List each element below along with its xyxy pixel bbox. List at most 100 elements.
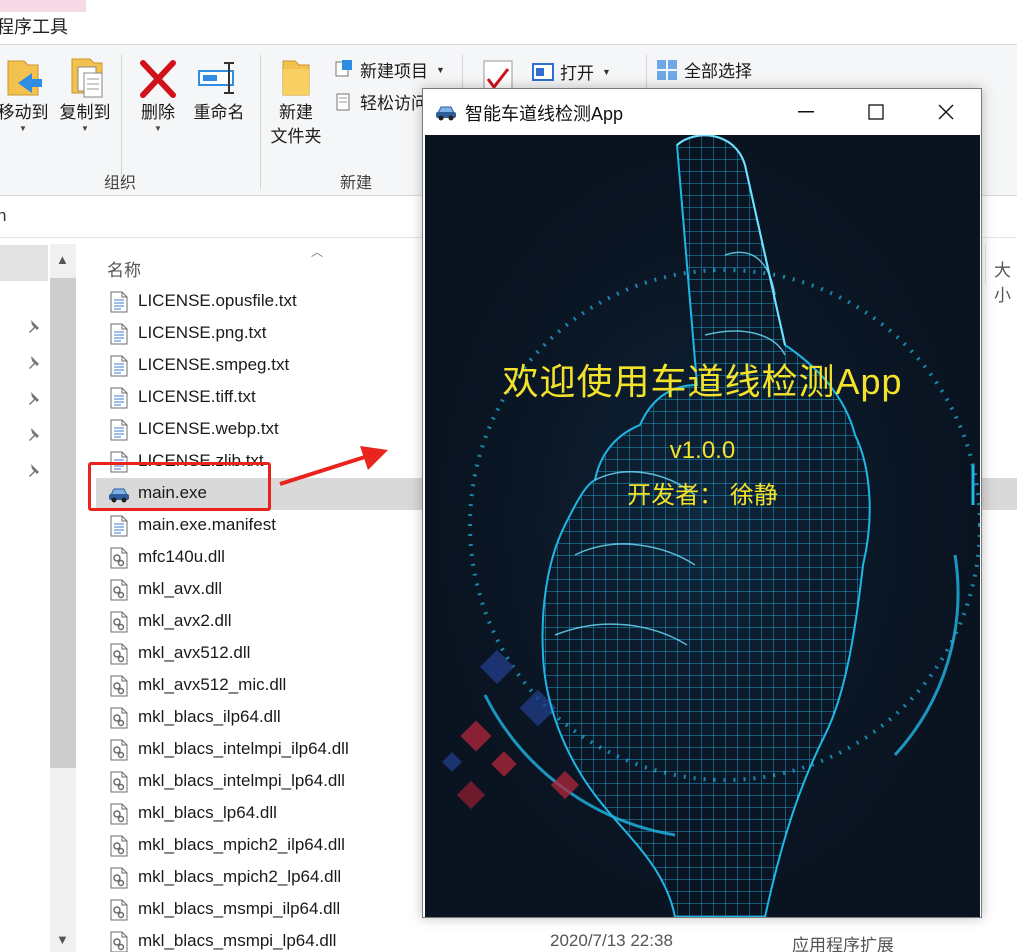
delete-button[interactable]: 删除 ▼ (130, 55, 186, 133)
file-name: main.exe.manifest (138, 515, 276, 534)
file-name: mkl_blacs_intelmpi_lp64.dll (138, 771, 345, 790)
chevron-down-icon: ▼ (602, 66, 611, 77)
chevron-down-icon: ▼ (81, 124, 89, 133)
text-file-icon (110, 323, 128, 345)
file-name: LICENSE.smpeg.txt (138, 355, 290, 374)
file-name: mkl_blacs_mpich2_lp64.dll (138, 867, 342, 886)
close-button[interactable] (911, 89, 981, 135)
ribbon-divider (260, 55, 261, 189)
new-item-icon (335, 59, 352, 76)
contextual-tab-accent (0, 0, 86, 12)
scroll-down-icon[interactable]: ▼ (56, 932, 69, 947)
file-type: 应用程序扩展 (792, 936, 894, 952)
select-all-label: 全部选择 (684, 62, 752, 81)
file-name: mkl_blacs_intelmpi_ilp64.dll (138, 739, 349, 758)
file-name: mkl_blacs_msmpi_lp64.dll (138, 931, 337, 950)
file-name: LICENSE.tiff.txt (138, 387, 256, 406)
dll-icon (110, 579, 128, 601)
dll-icon (110, 611, 128, 633)
minimize-button[interactable] (771, 89, 841, 135)
ribbon-tab-strip: 程序工具 (0, 0, 1017, 44)
open-label: 打开 (560, 64, 594, 83)
new-item-button[interactable]: 新建项目 ▼ (334, 57, 445, 82)
rename-button[interactable]: 重命名 (188, 55, 250, 125)
file-name: mkl_avx.dll (138, 579, 223, 598)
file-row[interactable]: mkl_blacs_msmpi_lp64.dll 2020/7/13 22:38 应… (96, 926, 1017, 952)
file-date: 2020/7/13 22:38 (550, 931, 673, 950)
close-icon (938, 104, 954, 120)
text-file-icon (110, 355, 128, 377)
dll-icon (110, 931, 128, 952)
tab-application-tools[interactable]: 程序工具 (0, 12, 78, 44)
easy-access-button[interactable]: 轻松访问 (334, 89, 428, 114)
pin-icon[interactable] (28, 426, 42, 442)
copy-to-label: 复制到 (59, 103, 111, 122)
app-title: 智能车道线检测App (465, 104, 624, 124)
pin-icon[interactable] (28, 318, 42, 334)
select-all-icon (657, 59, 677, 80)
scrollbar-thumb[interactable] (50, 278, 76, 768)
column-divider[interactable] (985, 244, 986, 284)
maximize-button[interactable] (841, 89, 911, 135)
dll-icon (110, 867, 128, 889)
column-header-name[interactable]: 名称 (107, 256, 141, 281)
pin-icon[interactable] (28, 390, 42, 406)
dll-icon (110, 643, 128, 665)
new-item-label: 新建项目 (360, 62, 428, 81)
new-folder-label-2: 文件夹 (270, 127, 322, 146)
file-name: LICENSE.opusfile.txt (138, 291, 297, 310)
car-icon (436, 106, 456, 121)
file-name: mkl_avx2.dll (138, 611, 232, 630)
maximize-icon (868, 104, 884, 120)
tab-label: 程序工具 (0, 17, 68, 37)
dll-icon (110, 707, 128, 729)
file-name: mkl_blacs_msmpi_ilp64.dll (138, 899, 341, 918)
file-name: mkl_blacs_lp64.dll (138, 803, 277, 822)
rename-label: 重命名 (193, 103, 245, 122)
pin-icon[interactable] (28, 462, 42, 478)
file-name: mkl_avx512_mic.dll (138, 675, 287, 694)
app-titlebar[interactable]: 智能车道线检测App (423, 89, 981, 135)
easy-access-icon (336, 93, 350, 110)
scroll-up-icon[interactable]: ▲ (56, 252, 69, 267)
chevron-down-icon: ▼ (19, 124, 27, 133)
delete-label: 删除 (141, 103, 175, 122)
dll-icon (110, 739, 128, 761)
address-text: n (0, 206, 7, 225)
select-all-button[interactable]: 全部选择 (656, 57, 752, 82)
copy-to-button[interactable]: 复制到 ▼ (56, 55, 114, 133)
sort-ascending-icon: ︿ (311, 245, 324, 259)
file-name: mfc140u.dll (138, 547, 225, 566)
file-name: LICENSE.webp.txt (138, 419, 279, 438)
copy-to-icon (71, 58, 103, 98)
splash-title: 欢迎使用车道线检测App (502, 361, 903, 402)
move-to-button[interactable]: 移动到 ▼ (0, 55, 52, 133)
dll-icon (110, 771, 128, 793)
annotation-arrow-icon (279, 446, 388, 486)
move-to-icon (7, 60, 42, 96)
chevron-down-icon: ▼ (436, 64, 445, 75)
dll-icon (110, 803, 128, 825)
new-folder-label-1: 新建 (279, 103, 313, 122)
nav-selected-item[interactable] (0, 245, 48, 281)
dll-icon (110, 899, 128, 921)
file-name: mkl_blacs_ilp64.dll (138, 707, 281, 726)
file-name: mkl_blacs_mpich2_ilp64.dll (138, 835, 345, 854)
open-button[interactable]: 打开 ▼ (532, 59, 611, 84)
folder-icon (282, 60, 310, 96)
dll-icon (110, 675, 128, 697)
pin-icon[interactable] (28, 354, 42, 370)
splash-version: v1.0.0 (669, 437, 736, 464)
annotation-highlight-box (88, 462, 271, 511)
splash-developer: 开发者： 徐静 (627, 482, 778, 509)
minimize-icon (798, 111, 814, 113)
splash-screen: 欢迎使用车道线检测App v1.0.0 开发者： 徐静 (425, 135, 980, 917)
open-icon (532, 62, 554, 81)
group-label-organize: 组织 (104, 175, 137, 192)
chevron-down-icon: ▼ (154, 124, 162, 133)
nav-scrollbar[interactable]: ▲ ▼ (50, 244, 76, 952)
file-name: mkl_avx512.dll (138, 643, 251, 662)
app-window: 智能车道线检测App 欢迎使用车道线检测App v1.0.0 开发者： 徐静 (422, 88, 982, 918)
text-file-icon (110, 515, 128, 537)
new-folder-button[interactable]: 新建 文件夹 (266, 55, 326, 149)
